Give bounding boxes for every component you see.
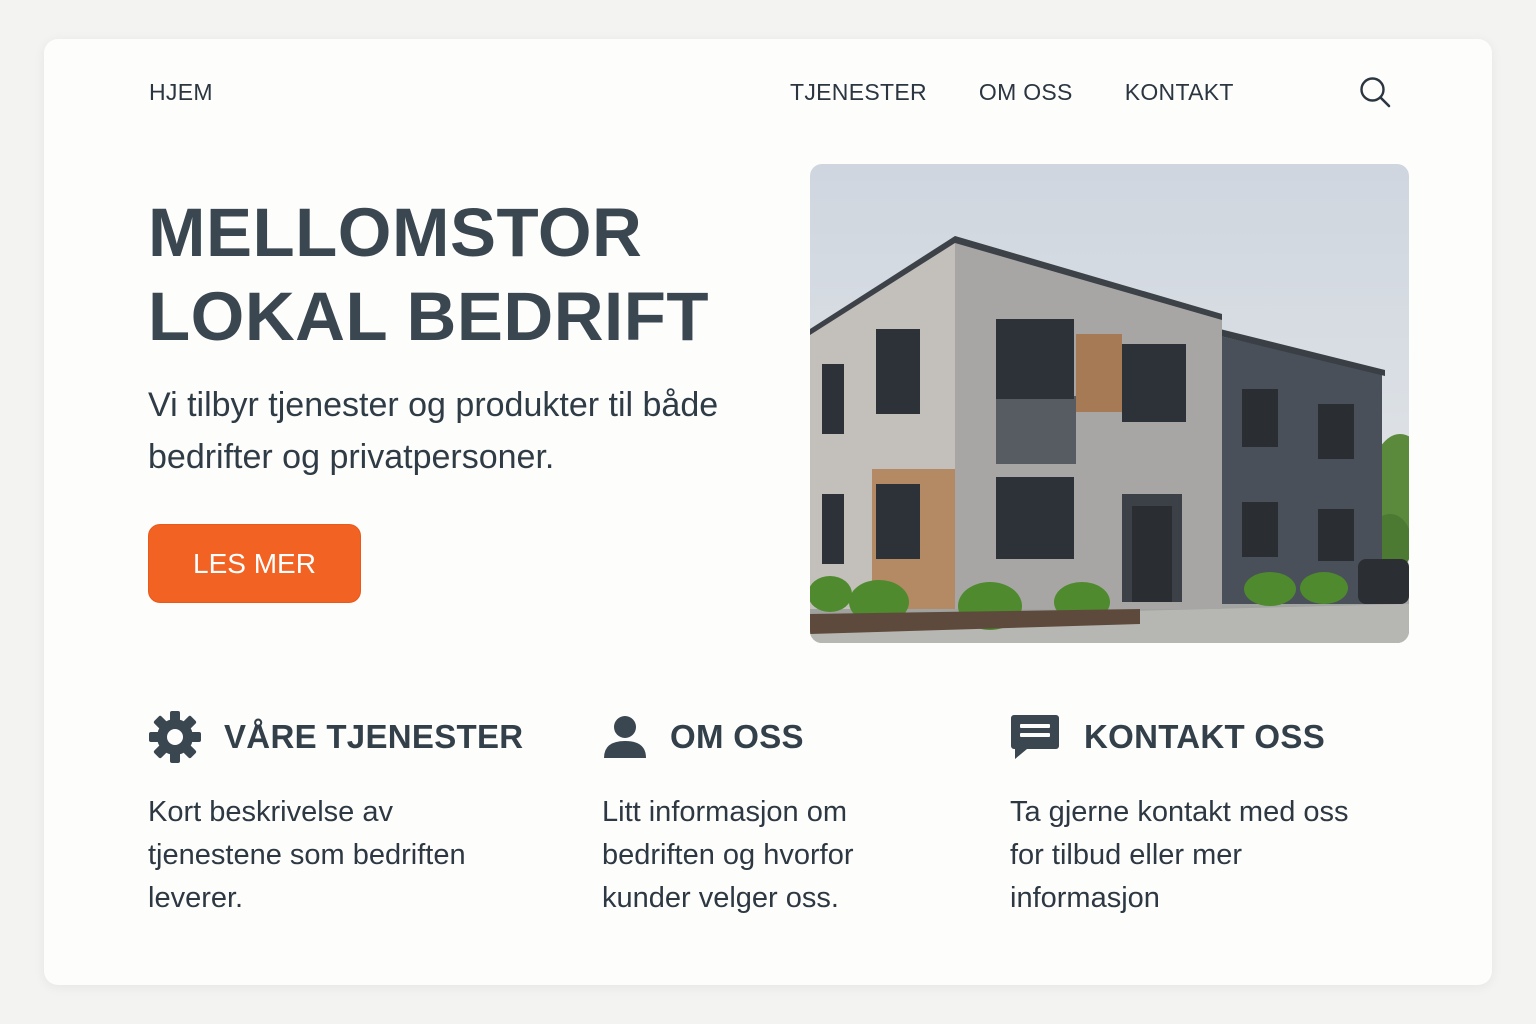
feature-contact-text: Ta gjerne kontakt med oss for tilbud ell… (1010, 796, 1349, 914)
nav-link-tjenester[interactable]: TJENESTER (790, 79, 927, 106)
building-photo (810, 164, 1409, 643)
gear-icon (149, 711, 201, 763)
feature-about-title: OM OSS (670, 718, 804, 755)
hero-description: Vi tilbyr tjenester og produkter til båd… (148, 386, 719, 476)
hero-title-line1: MELLOMSTOR (148, 194, 643, 271)
chat-icon (1011, 715, 1059, 759)
feature-about: OM OSS Litt informasjon om bedriften og … (602, 711, 932, 920)
main-nav: TJENESTER OM OSS KONTAKT (790, 79, 1234, 106)
feature-contact: KONTAKT OSS Ta gjerne kontakt med oss fo… (1010, 711, 1380, 920)
search-icon (1360, 77, 1391, 108)
read-more-button[interactable]: LES MER (148, 524, 361, 603)
feature-contact-title: KONTAKT OSS (1084, 718, 1326, 755)
nav-link-kontakt[interactable]: KONTAKT (1125, 79, 1234, 106)
search-button[interactable] (1358, 75, 1392, 109)
feature-services-title: VÅRE TJENESTER (224, 718, 524, 755)
feature-services: VÅRE TJENESTER Kort beskrivelse av tjene… (148, 711, 548, 920)
feature-about-text: Litt informasjon om bedriften og hvorfor… (602, 796, 854, 914)
hero-title: MELLOMSTOR LOKAL BEDRIFT (148, 191, 768, 359)
page-card: HJEM TJENESTER OM OSS KONTAKT MELLOMSTOR… (44, 39, 1492, 985)
hero-title-line2: LOKAL BEDRIFT (148, 278, 710, 355)
nav-link-om-oss[interactable]: OM OSS (979, 79, 1073, 106)
feature-services-text: Kort beskrivelse av tjenestene som bedri… (148, 796, 466, 914)
user-icon (604, 716, 646, 758)
nav-home-link[interactable]: HJEM (149, 79, 213, 106)
